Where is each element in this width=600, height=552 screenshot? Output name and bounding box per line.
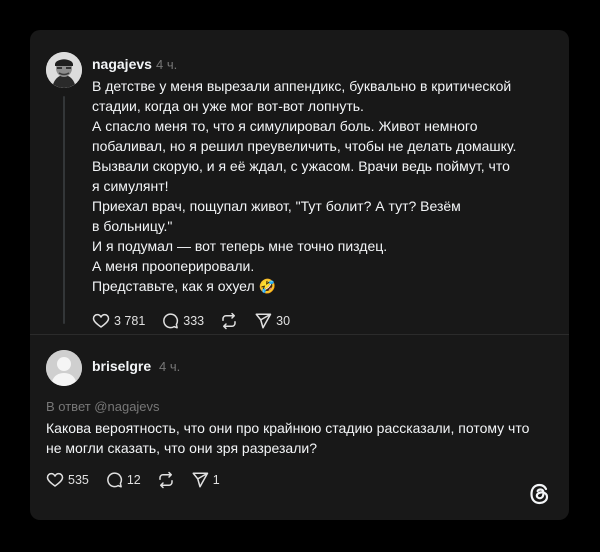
comment-icon xyxy=(163,313,179,329)
post-actions: 3 781 333 30 xyxy=(92,312,306,330)
reply-username[interactable]: briselgre xyxy=(92,358,151,374)
thread-line xyxy=(63,96,65,324)
post-line: В детстве у меня вырезали аппендикс, бук… xyxy=(92,78,512,94)
comment-button[interactable]: 333 xyxy=(161,312,204,330)
threads-card: nagajevs 4 ч. В детстве у меня вырезали … xyxy=(30,30,569,520)
reply-line: Какова вероятность, что они про крайнюю … xyxy=(46,420,530,436)
repost-icon xyxy=(159,471,173,489)
post-line: в больницу." xyxy=(92,218,173,234)
post-line: Приехал врач, пощупал живот, "Тут болит?… xyxy=(92,198,461,214)
post-line: я симулянт! xyxy=(92,178,169,194)
like-button[interactable]: 535 xyxy=(46,471,89,489)
share-button[interactable]: 1 xyxy=(191,471,220,489)
post-line: А меня прооперировали. xyxy=(92,258,255,274)
divider xyxy=(30,334,569,335)
post-line: Представьте, как я охуел 🤣 xyxy=(92,278,276,294)
repost-button[interactable] xyxy=(157,471,175,489)
comment-count: 12 xyxy=(126,473,141,487)
post-username[interactable]: nagajevs xyxy=(92,56,152,72)
reply-time: 4 ч. xyxy=(159,359,181,374)
post-line: побаливал, но я решил преувеличить, чтоб… xyxy=(92,138,517,154)
like-count: 535 xyxy=(68,473,89,487)
threads-logo-icon[interactable] xyxy=(528,482,552,511)
post-time: 4 ч. xyxy=(156,57,178,72)
repost-button[interactable] xyxy=(220,312,238,330)
avatar-briselgre[interactable] xyxy=(46,350,82,386)
share-button[interactable]: 30 xyxy=(254,312,290,330)
post-line: И я подумал — вот теперь мне точно пизде… xyxy=(92,238,388,254)
comment-button[interactable]: 12 xyxy=(105,471,141,489)
reply-body: Какова вероятность, что они про крайнюю … xyxy=(46,418,556,458)
share-count: 30 xyxy=(276,314,291,328)
reply-actions: 535 12 1 xyxy=(46,471,236,489)
repost-icon xyxy=(222,312,236,330)
post-line: Вызвали скорую, и я её ждал, с ужасом. В… xyxy=(92,158,510,174)
heart-icon xyxy=(92,313,110,328)
like-button[interactable]: 3 781 xyxy=(92,312,145,330)
share-icon xyxy=(192,472,209,488)
reply-to-label[interactable]: В ответ @nagajevs xyxy=(46,399,160,414)
comment-icon xyxy=(106,472,122,488)
heart-icon xyxy=(46,472,64,487)
share-count: 1 xyxy=(212,473,220,487)
post-line: стадии, когда он уже мог вот-вот лопнуть… xyxy=(92,98,364,114)
reply-line: не могли сказать, что они зря разрезали? xyxy=(46,440,317,456)
post-line: А спасло меня то, что я симулировал боль… xyxy=(92,118,478,134)
share-icon xyxy=(255,313,272,329)
avatar-nagajevs[interactable] xyxy=(46,52,82,88)
like-count: 3 781 xyxy=(114,314,146,328)
comment-count: 333 xyxy=(183,314,205,328)
post-body: В детстве у меня вырезали аппендикс, бук… xyxy=(92,76,552,296)
